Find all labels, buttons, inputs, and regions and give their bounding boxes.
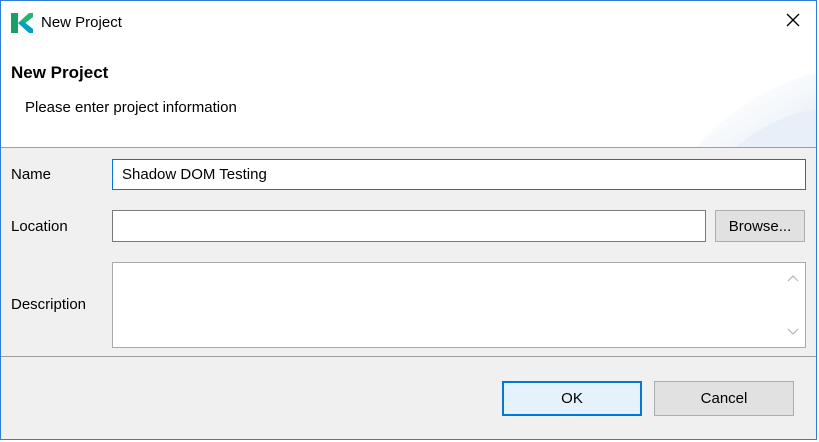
banner-subtitle: Please enter project information [25, 99, 237, 116]
location-input[interactable] [112, 210, 706, 242]
description-scrollbar[interactable] [781, 263, 805, 347]
footer-separator [1, 356, 816, 357]
description-field[interactable] [112, 262, 806, 348]
banner-separator [1, 147, 816, 148]
close-button[interactable] [770, 1, 816, 43]
name-input[interactable] [112, 159, 806, 190]
banner-decoration [696, 73, 816, 147]
location-label: Location [11, 218, 68, 235]
katalon-logo-icon [11, 13, 33, 33]
description-textarea[interactable] [113, 263, 781, 347]
banner-title: New Project [11, 63, 109, 82]
name-label: Name [11, 166, 52, 183]
new-project-dialog: New Project New Project Please enter pro… [0, 0, 817, 440]
scroll-up-icon[interactable] [781, 267, 805, 289]
browse-button[interactable]: Browse... [715, 210, 805, 242]
header-banner: New Project Please enter project informa… [1, 43, 816, 147]
window-title: New Project [41, 14, 122, 31]
close-icon [785, 12, 801, 33]
title-bar: New Project [1, 1, 816, 43]
cancel-button[interactable]: Cancel [654, 381, 794, 416]
scroll-down-icon[interactable] [781, 321, 805, 343]
ok-button[interactable]: OK [502, 381, 642, 416]
description-label: Description [11, 296, 87, 313]
